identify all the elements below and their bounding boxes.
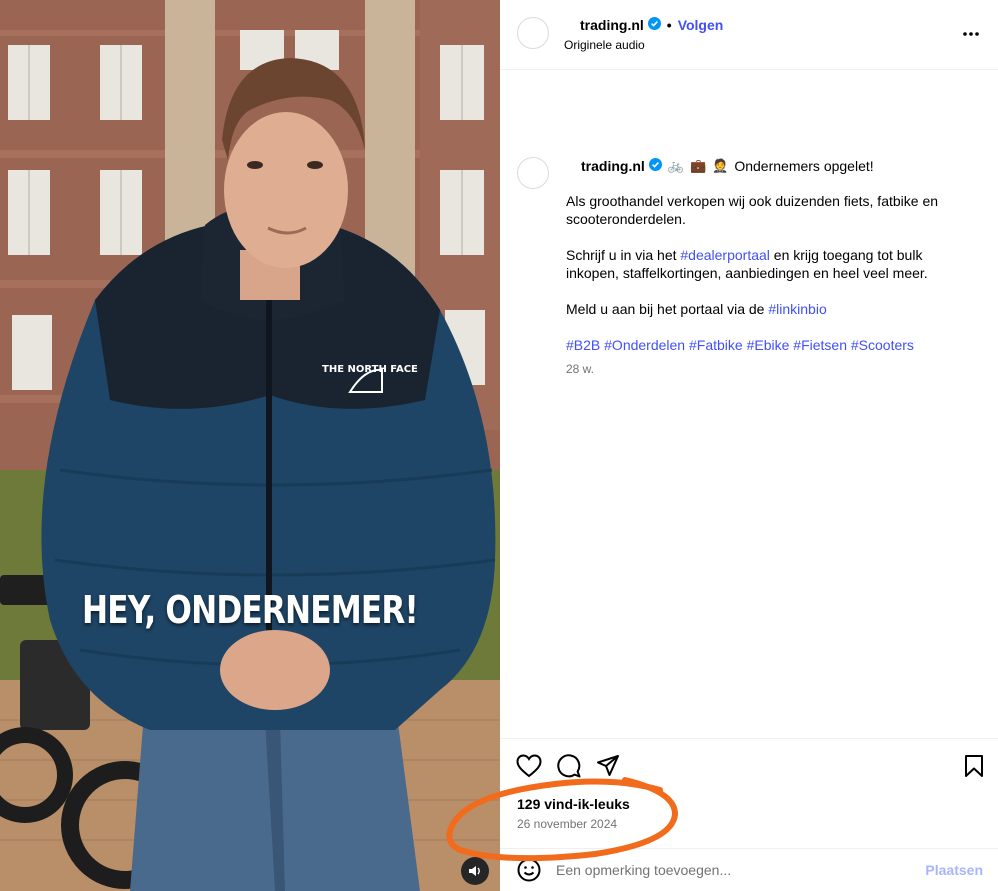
emoji-button[interactable] (517, 858, 541, 887)
comment-bar: Plaatsen (500, 848, 998, 891)
jacket-logo-text: THE NORTH FACE (322, 364, 418, 375)
caption-avatar[interactable] (517, 157, 549, 189)
caption-text: Meld u aan bij het portaal via de (566, 301, 769, 317)
smiley-icon (517, 858, 541, 882)
hashtag-link[interactable]: #Scooters (851, 337, 914, 353)
bookmark-icon (965, 755, 983, 777)
post-date: 26 november 2024 (517, 817, 618, 831)
caption-text: Schrijf u in via het (566, 247, 681, 263)
hashtag-link[interactable]: #B2B (566, 337, 600, 353)
comment-button[interactable] (557, 754, 581, 783)
caption-timestamp[interactable]: 28 w. (566, 362, 594, 376)
hashtag-link[interactable]: #Ebike (747, 337, 790, 353)
mute-button[interactable] (461, 857, 489, 885)
hashtag-link[interactable]: #dealerportaal (680, 247, 770, 263)
hashtag-list: #B2B #Onderdelen #Fatbike #Ebike #Fietse… (566, 336, 966, 354)
caption-headline: Ondernemers opgelet! (734, 158, 874, 174)
caption-username[interactable]: trading.nl (581, 158, 645, 174)
businessperson-emoji: 🤵 (712, 158, 729, 173)
post-comment-button[interactable]: Plaatsen (925, 862, 983, 878)
verified-badge-icon (648, 158, 662, 174)
caption-paragraph: Meld u aan bij het portaal via de #linki… (566, 300, 966, 318)
like-button[interactable] (516, 754, 542, 783)
share-icon (597, 755, 619, 776)
caption-paragraph: Schrijf u in via het #dealerportaal en k… (566, 246, 966, 282)
post-media[interactable]: THE NORTH FACE HEY, ONDERNEMER! (0, 0, 500, 891)
post-actions: 129 vind-ik-leuks 26 november 2024 (500, 738, 998, 848)
comment-icon (557, 754, 581, 778)
post-header: trading.nl • Volgen Originele audio (500, 0, 998, 70)
hashtag-link[interactable]: #Onderdelen (604, 337, 685, 353)
hashtag-link[interactable]: #linkinbio (768, 301, 826, 317)
video-frame: THE NORTH FACE (0, 0, 500, 891)
bicycle-emoji: 🚲 (667, 158, 684, 173)
video-caption-text: HEY, ONDERNEMER! (82, 588, 419, 632)
hashtag-link[interactable]: #Fatbike (689, 337, 743, 353)
speaker-icon (469, 866, 480, 876)
save-button[interactable] (963, 754, 985, 783)
share-button[interactable] (596, 754, 620, 783)
caption-paragraph: Als groothandel verkopen wij ook duizend… (566, 193, 939, 227)
follow-button[interactable]: Volgen (678, 17, 724, 33)
more-horizontal-icon (963, 32, 979, 36)
more-options-button[interactable] (962, 24, 980, 42)
comment-input[interactable] (556, 859, 916, 881)
post-panel: trading.nl • Volgen Originele audio trad… (500, 0, 998, 891)
audio-label[interactable]: Originele audio (564, 38, 645, 52)
verified-badge-icon (647, 17, 661, 33)
header-username[interactable]: trading.nl (580, 17, 644, 33)
likes-count[interactable]: 129 vind-ik-leuks (517, 796, 630, 812)
separator-dot: • (666, 17, 672, 33)
heart-icon (516, 754, 542, 778)
hashtag-link[interactable]: #Fietsen (793, 337, 847, 353)
briefcase-emoji: 💼 (689, 158, 707, 173)
avatar[interactable] (517, 17, 549, 49)
caption-body: Als groothandel verkopen wij ook duizend… (566, 192, 966, 372)
